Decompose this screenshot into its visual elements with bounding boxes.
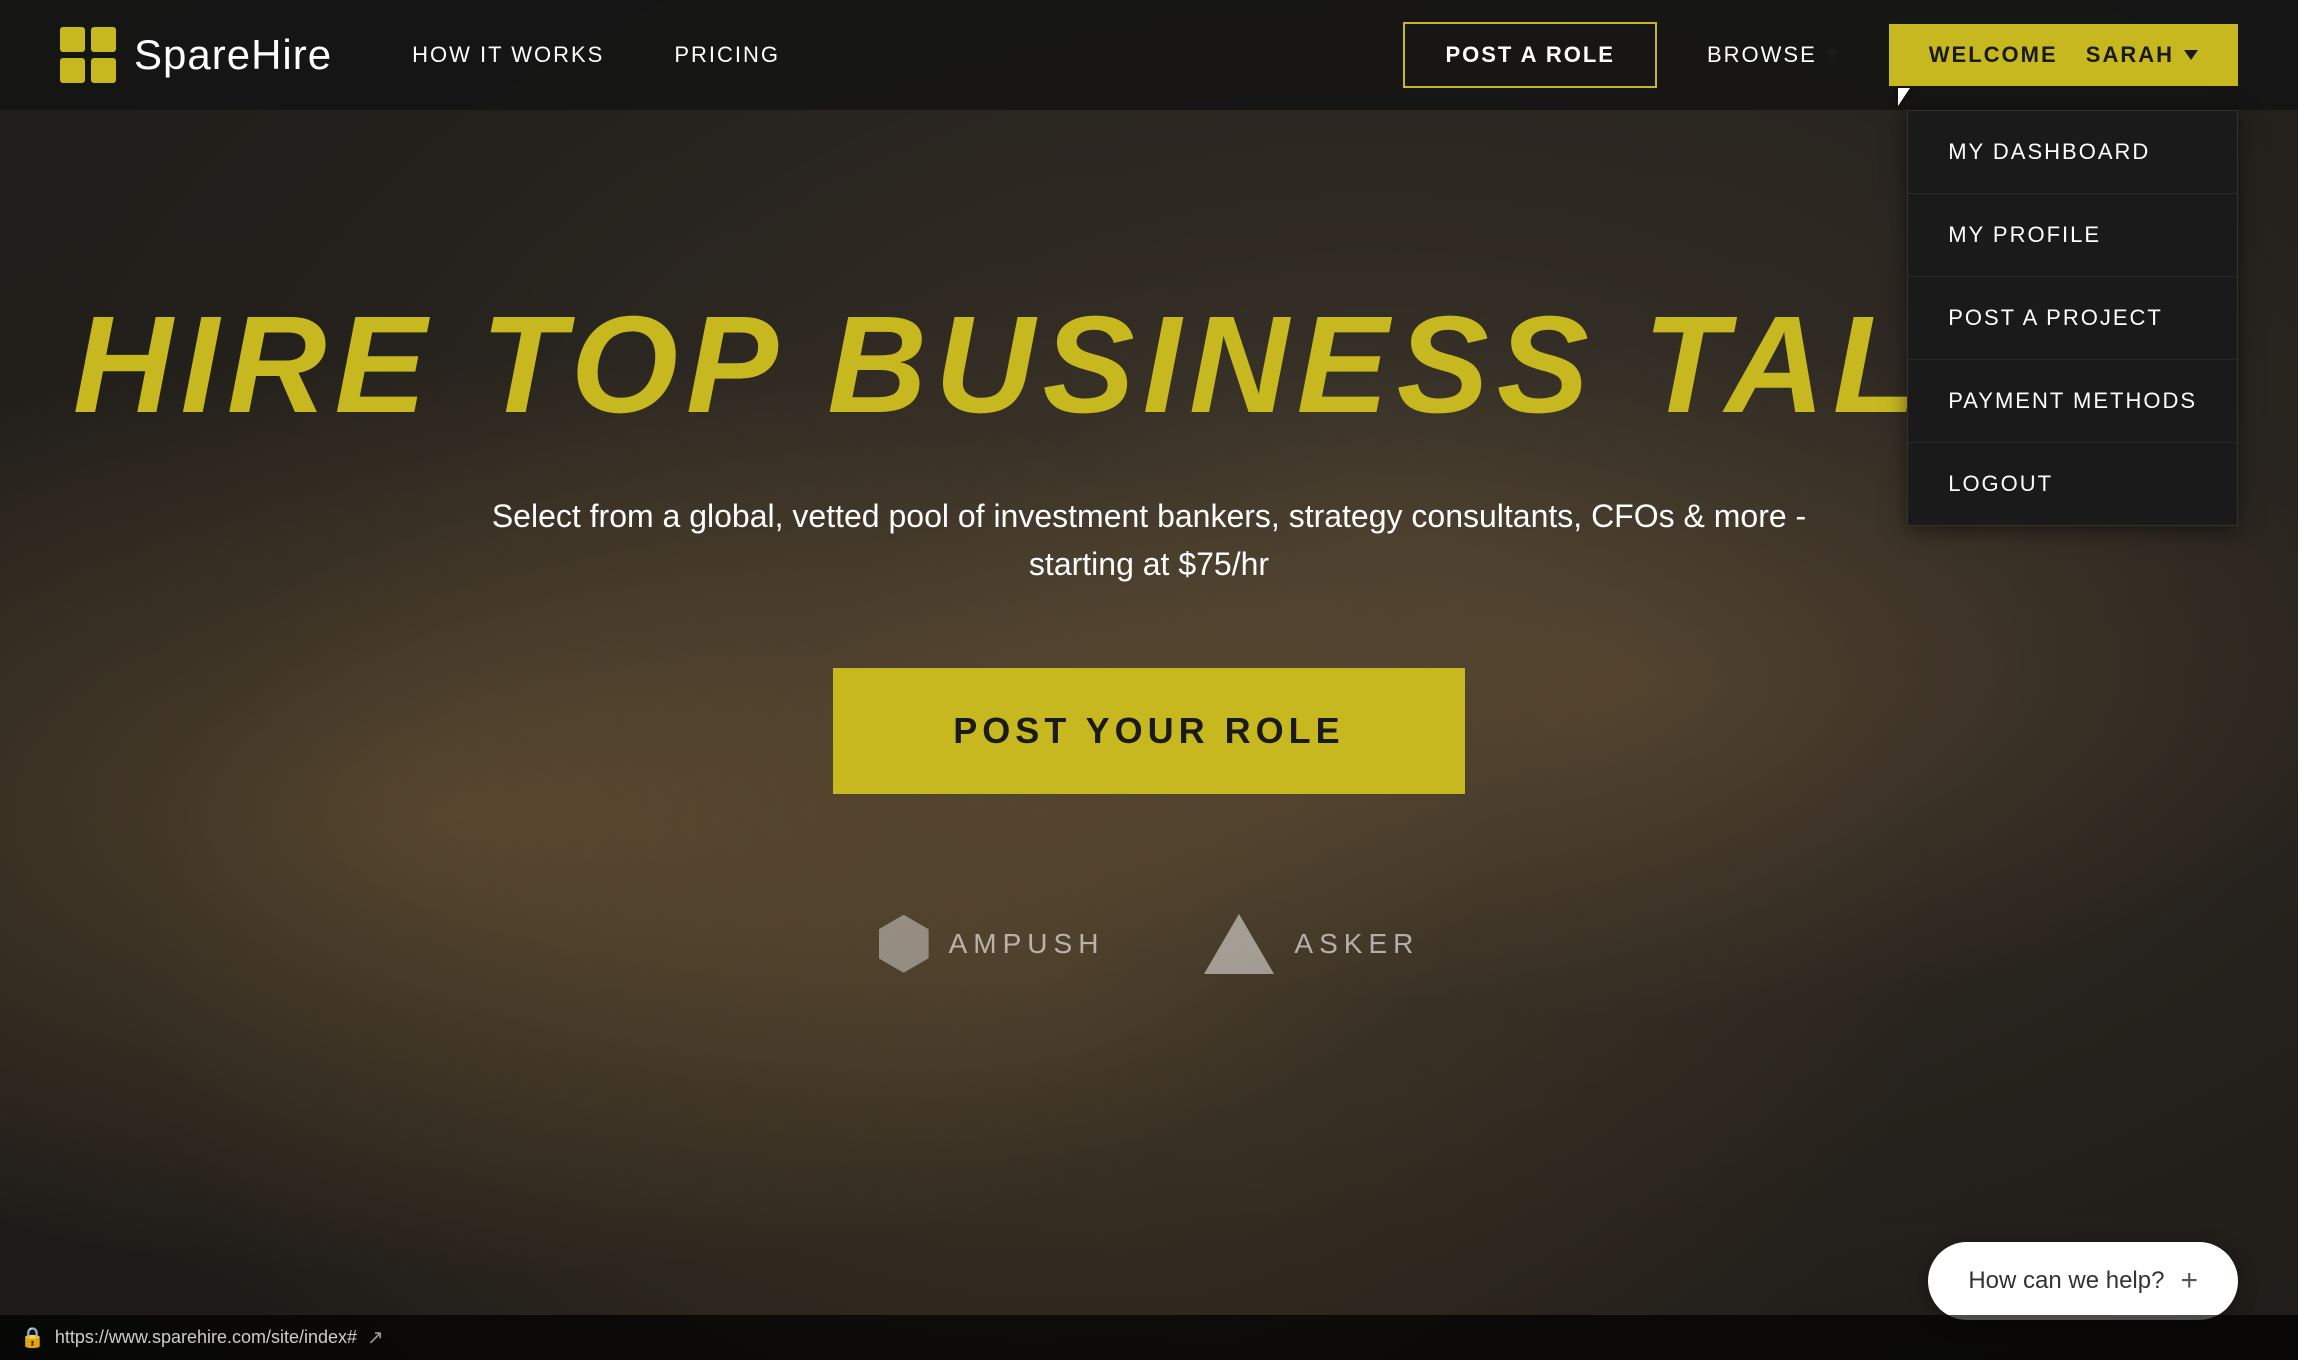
ampush-hex-icon: [879, 915, 929, 973]
brand-asker: ASKER: [1204, 914, 1419, 974]
nav-pricing[interactable]: PRICING: [674, 42, 780, 68]
brand-name: SpareHire: [134, 31, 332, 79]
dropdown-my-dashboard[interactable]: MY DASHBOARD: [1908, 111, 2237, 194]
hero-cta-button[interactable]: POST YOUR ROLE: [833, 668, 1464, 794]
brands-area: AMPUSH ASKER: [0, 914, 2298, 974]
asker-label: ASKER: [1294, 928, 1419, 960]
user-dropdown-menu: MY DASHBOARD MY PROFILE POST A PROJECT P…: [1907, 110, 2238, 526]
post-role-button[interactable]: POST A ROLE: [1403, 22, 1657, 88]
nav-right: POST A ROLE BROWSE Welcome SARAH: [1403, 22, 2238, 88]
logo-sq-1: [60, 27, 85, 52]
browse-chevron-icon: [1825, 50, 1839, 60]
status-url: https://www.sparehire.com/site/index#: [55, 1327, 357, 1348]
nav-how-it-works[interactable]: HOW IT WORKS: [412, 42, 604, 68]
browse-label: BROWSE: [1707, 42, 1817, 68]
hero-title: HIRE TOP BUSINESS TALENT: [73, 290, 2225, 442]
dropdown-logout[interactable]: LOGOUT: [1908, 443, 2237, 525]
user-menu-chevron-icon: [2184, 50, 2198, 60]
user-name: SARAH: [2086, 42, 2174, 68]
navbar: SpareHire HOW IT WORKS PRICING POST A RO…: [0, 0, 2298, 110]
logo-sq-2: [91, 27, 116, 52]
dropdown-post-project[interactable]: POST A PROJECT: [1908, 277, 2237, 360]
dropdown-payment-methods[interactable]: PAYMENT METHODS: [1908, 360, 2237, 443]
asker-triangle-icon: [1204, 914, 1274, 974]
chat-widget[interactable]: How can we help? +: [1928, 1242, 2238, 1320]
status-external-icon: ↗: [367, 1325, 384, 1350]
welcome-user-button[interactable]: Welcome SARAH: [1889, 24, 2238, 86]
dropdown-my-profile[interactable]: MY PROFILE: [1908, 194, 2237, 277]
chat-label: How can we help?: [1968, 1267, 2164, 1295]
logo-sq-3: [60, 58, 85, 83]
logo-area[interactable]: SpareHire: [60, 27, 332, 83]
nav-links: HOW IT WORKS PRICING: [412, 42, 1403, 68]
browse-button[interactable]: BROWSE: [1677, 24, 1869, 86]
ampush-label: AMPUSH: [949, 928, 1105, 960]
hero-subtitle: Select from a global, vetted pool of inv…: [449, 492, 1849, 588]
logo-sq-4: [91, 58, 116, 83]
logo-icon: [60, 27, 116, 83]
welcome-text: Welcome: [1929, 42, 2058, 68]
status-bar: 🔒 https://www.sparehire.com/site/index# …: [0, 1315, 2298, 1360]
brand-ampush: AMPUSH: [879, 915, 1105, 973]
status-lock-icon: 🔒: [20, 1325, 45, 1350]
chat-plus-icon: +: [2180, 1264, 2198, 1298]
